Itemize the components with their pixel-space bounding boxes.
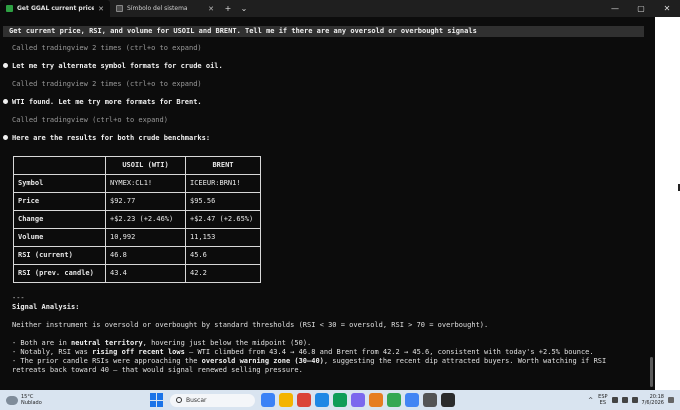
table-cell: 42.2 <box>185 264 261 283</box>
start-button[interactable] <box>150 393 164 407</box>
table-header: USOIL (WTI) <box>105 156 186 175</box>
terminal-tab-icon <box>6 5 13 12</box>
assistant-message: Let me try alternate symbol formats for … <box>3 62 223 71</box>
analysis-summary: Neither instrument is oversold or overbo… <box>12 321 489 329</box>
title-bar: Get GGAL current price an ✕ Símbolo del … <box>0 0 680 17</box>
tab-title: Símbolo del sistema <box>127 5 188 12</box>
table-row: RSI (current) 46.8 45.6 <box>13 246 261 265</box>
analysis-bullet: - Notably, RSI was rising off recent low… <box>12 348 594 356</box>
tab-title: Get GGAL current price an <box>17 5 95 12</box>
windows-logo-icon <box>150 400 156 407</box>
table-row: Price $92.77 $95.56 <box>13 192 261 211</box>
row-label: Volume <box>13 228 106 247</box>
taskbar-app-icon[interactable] <box>333 393 347 407</box>
row-label: Price <box>13 192 106 211</box>
close-window-button[interactable]: ✕ <box>654 0 680 17</box>
weather-desc: Nublado <box>21 400 42 406</box>
scrollbar-thumb[interactable] <box>650 357 653 387</box>
table-cell: 43.4 <box>105 264 186 283</box>
row-label: Symbol <box>13 174 106 193</box>
results-table: USOIL (WTI) BRENT Symbol NYMEX:CL1! ICEE… <box>13 156 261 283</box>
notification-icon[interactable] <box>668 397 674 403</box>
table-row: Volume 10,992 11,153 <box>13 228 261 247</box>
tab-cmd[interactable]: Símbolo del sistema ✕ <box>110 0 220 17</box>
taskbar-app-icon[interactable] <box>369 393 383 407</box>
tool-call-note: Called tradingview 2 times (ctrl+o to ex… <box>12 80 202 88</box>
table-row: Symbol NYMEX:CL1! ICEEUR:BRN1! <box>13 174 261 193</box>
table-header-row: USOIL (WTI) BRENT <box>13 156 261 175</box>
table-cell: 45.6 <box>185 246 261 265</box>
maximize-button[interactable]: ▢ <box>628 0 654 17</box>
table-cell: +$2.47 (+2.65%) <box>185 210 261 229</box>
windows-logo-icon <box>157 393 163 400</box>
table-cell: $95.56 <box>185 192 261 211</box>
cloud-icon <box>6 395 18 405</box>
tab-dropdown-button[interactable]: ⌄ <box>236 0 252 17</box>
close-tab-icon[interactable]: ✕ <box>98 5 104 13</box>
wifi-icon[interactable] <box>611 397 618 403</box>
taskbar-search[interactable]: Buscar <box>170 393 255 407</box>
taskbar-app-icon[interactable] <box>387 393 401 407</box>
analysis-heading: Signal Analysis: <box>12 303 80 311</box>
taskbar-app-icon[interactable] <box>423 393 437 407</box>
taskbar-app-icon[interactable] <box>261 393 275 407</box>
background-window <box>655 17 680 390</box>
chevron-up-icon[interactable]: ^ <box>588 397 594 404</box>
minimize-button[interactable]: — <box>602 0 628 17</box>
table-cell: +$2.23 (+2.46%) <box>105 210 186 229</box>
user-prompt: Get current price, RSI, and volume for U… <box>3 26 644 37</box>
analysis-bullet: - Both are in neutral territory, hoverin… <box>12 339 312 347</box>
system-tray: ^ ESP ES 20:18 7/6/2026 <box>588 394 680 406</box>
cmd-tab-icon <box>116 5 123 12</box>
table-header: BRENT <box>185 156 261 175</box>
row-label: Change <box>13 210 106 229</box>
speaker-icon[interactable] <box>621 397 628 403</box>
assistant-message: WTI found. Let me try more formats for B… <box>3 98 202 107</box>
bullet-icon <box>3 63 8 68</box>
language-indicator[interactable]: ESP ES <box>598 394 607 406</box>
taskbar-app-icon[interactable] <box>297 393 311 407</box>
table-header <box>13 156 106 175</box>
pinned-apps <box>259 393 457 407</box>
separator: --- <box>12 294 25 302</box>
tab-claude[interactable]: Get GGAL current price an ✕ <box>0 0 110 17</box>
bullet-icon <box>3 135 8 140</box>
table-cell: 46.8 <box>105 246 186 265</box>
table-row: RSI (prev. candle) 43.4 42.2 <box>13 264 261 283</box>
weather-widget[interactable]: 15°C Nublado <box>0 394 150 406</box>
bullet-icon <box>3 99 8 104</box>
table-cell: 11,153 <box>185 228 261 247</box>
taskbar-app-icon[interactable] <box>279 393 293 407</box>
windows-logo-icon <box>150 393 156 400</box>
tool-call-note: Called tradingview 2 times (ctrl+o to ex… <box>12 44 202 52</box>
clock[interactable]: 20:18 7/6/2026 <box>642 394 664 406</box>
table-cell: $92.77 <box>105 192 186 211</box>
assistant-message: Here are the results for both crude benc… <box>3 134 210 143</box>
table-cell: 10,992 <box>105 228 186 247</box>
taskbar-app-icon[interactable] <box>315 393 329 407</box>
tool-call-note: Called tradingview (ctrl+o to expand) <box>12 116 168 124</box>
taskbar-app-icon[interactable] <box>351 393 365 407</box>
taskbar: 15°C Nublado Buscar ^ ESP ES 20:18 7/6/2… <box>0 390 680 410</box>
analysis-bullet: - The prior candle RSIs were approaching… <box>12 357 607 374</box>
new-tab-button[interactable]: + <box>220 0 236 17</box>
terminal-output[interactable]: Get current price, RSI, and volume for U… <box>0 17 655 390</box>
table-cell: NYMEX:CL1! <box>105 174 186 193</box>
table-row: Change +$2.23 (+2.46%) +$2.47 (+2.65%) <box>13 210 261 229</box>
taskbar-app-icon[interactable] <box>441 393 455 407</box>
row-label: RSI (current) <box>13 246 106 265</box>
taskbar-app-icon[interactable] <box>405 393 419 407</box>
row-label: RSI (prev. candle) <box>13 264 106 283</box>
battery-icon[interactable] <box>631 397 638 403</box>
search-icon <box>176 397 182 403</box>
windows-logo-icon <box>157 400 163 407</box>
close-tab-icon[interactable]: ✕ <box>208 5 214 13</box>
table-cell: ICEEUR:BRN1! <box>185 174 261 193</box>
search-placeholder: Buscar <box>186 396 207 404</box>
